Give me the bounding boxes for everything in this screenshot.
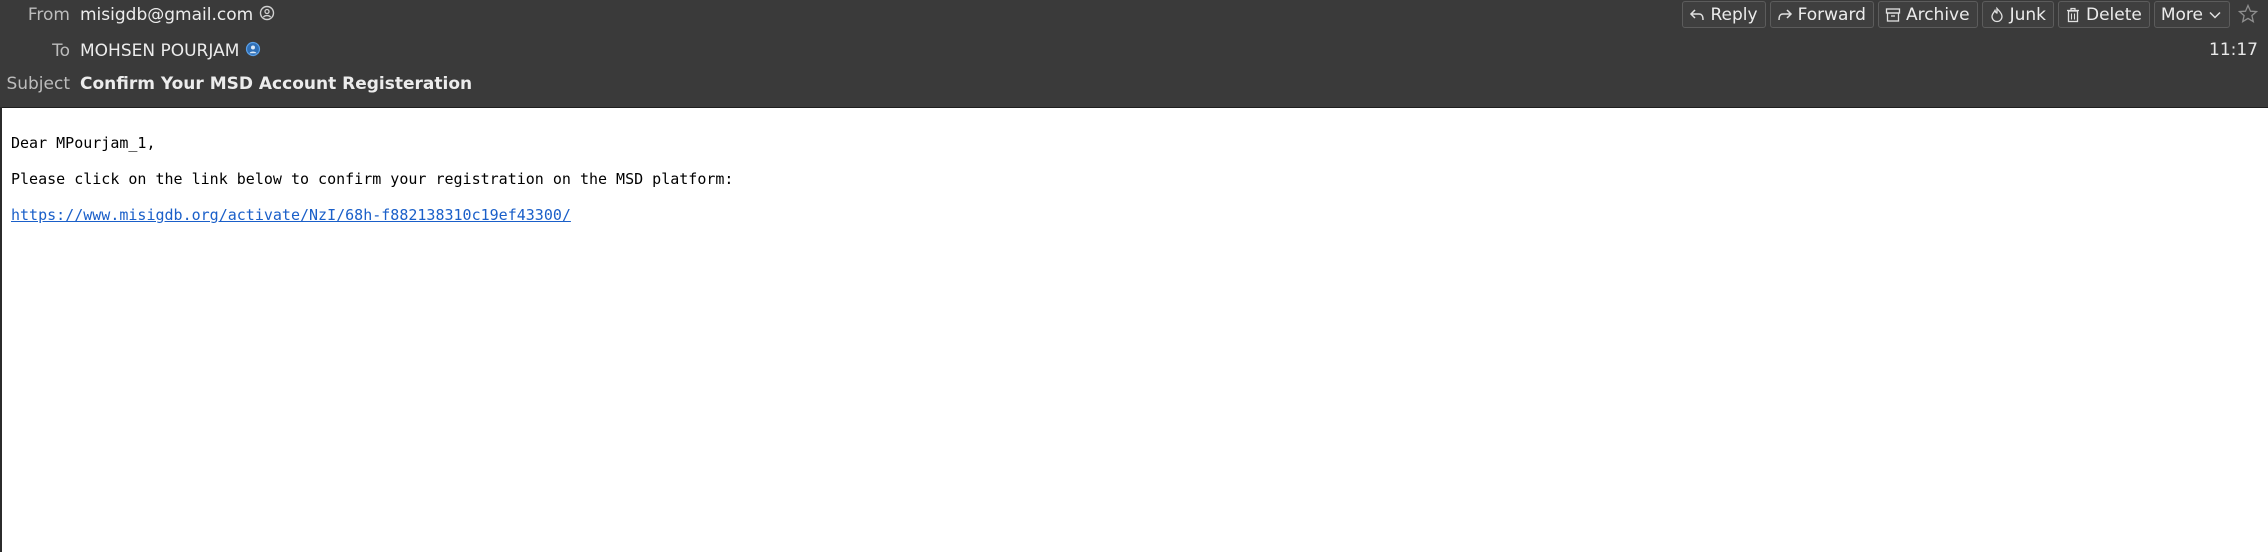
to-value[interactable]: MOHSEN POURJAM: [80, 41, 261, 62]
forward-button[interactable]: Forward: [1769, 1, 1874, 28]
message-body: Dear MPourjam_1, Please click on the lin…: [11, 134, 733, 242]
delete-label: Delete: [2085, 4, 2142, 25]
activation-link[interactable]: https://www.misigdb.org/activate/NzI/68h…: [11, 206, 571, 224]
to-row: To MOHSEN POURJAM: [0, 36, 261, 66]
junk-icon: [1990, 6, 2003, 22]
add-contact-icon[interactable]: [259, 5, 275, 26]
more-button[interactable]: More: [2153, 1, 2230, 28]
star-icon[interactable]: [2238, 4, 2258, 24]
contact-icon[interactable]: [245, 41, 261, 62]
to-name[interactable]: MOHSEN POURJAM: [80, 41, 239, 61]
message-time: 11:17: [2209, 40, 2258, 60]
subject-value: Confirm Your MSD Account Registeration: [80, 74, 473, 94]
from-label: From: [27, 5, 70, 25]
from-value[interactable]: misigdb@gmail.com: [80, 5, 275, 26]
junk-label: Junk: [2009, 4, 2046, 25]
from-row: From misigdb@gmail.com: [0, 0, 275, 30]
archive-label: Archive: [1905, 4, 1970, 25]
junk-button[interactable]: Junk: [1981, 1, 2054, 28]
delete-button[interactable]: Delete: [2057, 1, 2150, 28]
reply-icon: [1690, 8, 1705, 20]
forward-icon: [1777, 8, 1792, 20]
to-label: To: [52, 41, 70, 61]
trash-icon: [2066, 7, 2079, 22]
greeting-text: Dear MPourjam_1,: [11, 134, 156, 152]
forward-label: Forward: [1797, 4, 1866, 25]
more-label: More: [2160, 4, 2203, 25]
message-toolbar: Reply Forward Archive Junk Delete More: [1682, 1, 2230, 28]
chevron-down-icon: [2209, 11, 2221, 19]
left-border: [0, 107, 2, 552]
archive-icon: [1885, 7, 1901, 22]
from-address[interactable]: misigdb@gmail.com: [80, 5, 253, 25]
message-header: From misigdb@gmail.com To MOHSEN POURJAM: [0, 0, 2268, 108]
instruction-text: Please click on the link below to confir…: [11, 170, 734, 188]
archive-button[interactable]: Archive: [1877, 1, 1978, 28]
reply-label: Reply: [1710, 4, 1758, 25]
subject-label: Subject: [6, 74, 70, 94]
reply-button[interactable]: Reply: [1682, 1, 1766, 28]
subject-row: Subject Confirm Your MSD Account Registe…: [0, 69, 472, 99]
